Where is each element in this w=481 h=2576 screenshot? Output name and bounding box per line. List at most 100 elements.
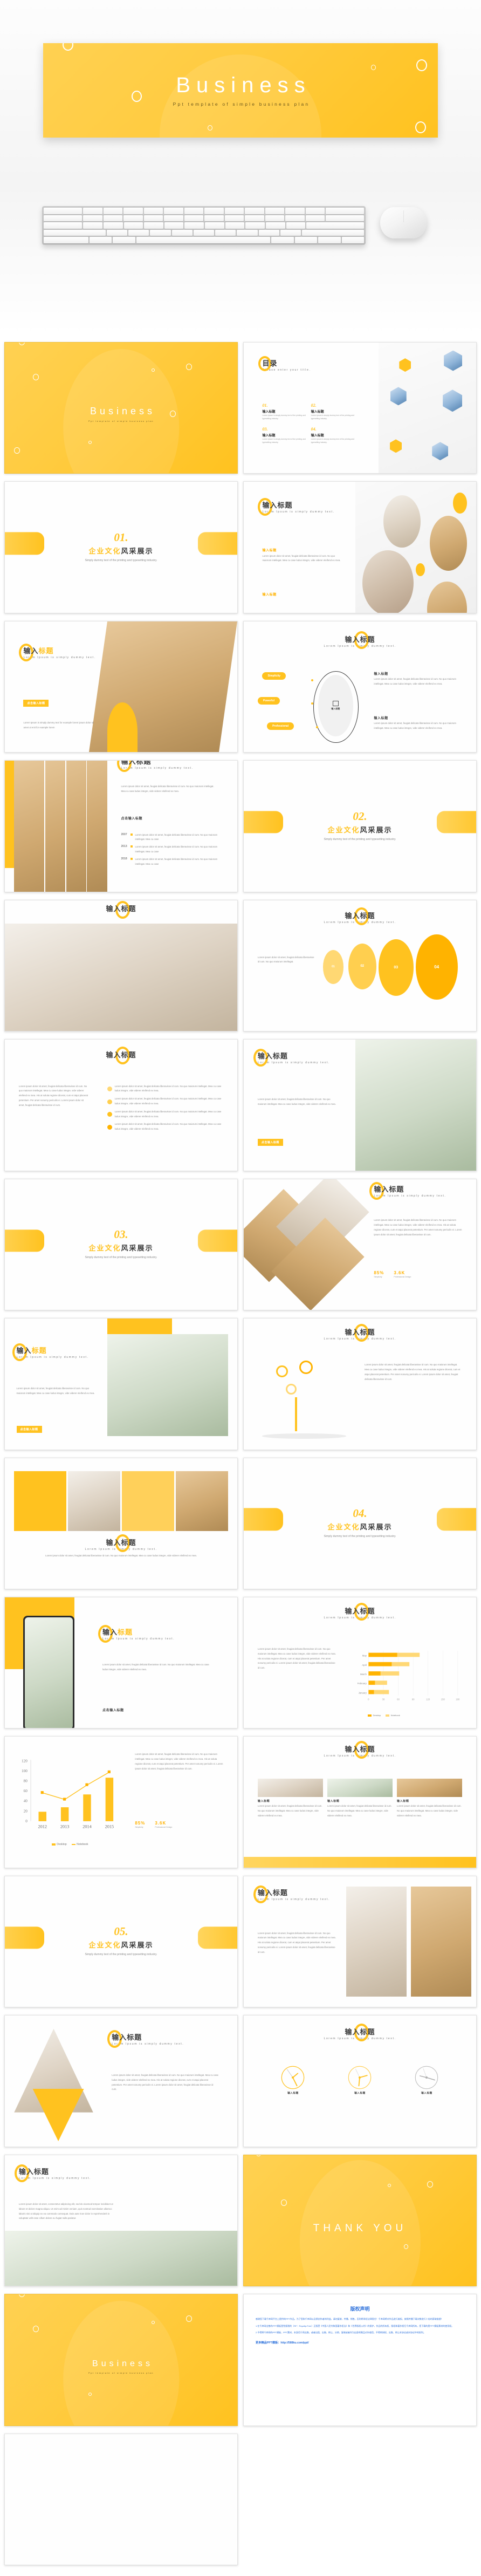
toc-item-text: Lorem Ipsum is simply dummy text of the … bbox=[262, 414, 306, 420]
section-subtitle: Simply dummy text of the printing and ty… bbox=[324, 1535, 396, 1539]
toc-item[interactable]: 04. 输入标题 Lorem Ipsum is simply dummy tex… bbox=[311, 427, 355, 445]
photo-interior bbox=[5, 924, 237, 1031]
legend-swatch bbox=[71, 1843, 75, 1845]
copyright-link[interactable]: 更多精品PPT模板：http://588ku.com/ppt/ bbox=[256, 2341, 464, 2345]
slide-body: Lorem ipsum dolor sit amet, feugiat deli… bbox=[18, 1084, 88, 1106]
bubble[interactable]: 03 bbox=[378, 939, 414, 996]
slide-circle-diagram[interactable]: 输入标题 Lorem Ipsum is simply dummy text. 输… bbox=[243, 620, 477, 753]
slide-section-divider-02[interactable]: 02. 企业文化风采展示 Simply dummy text of the pr… bbox=[243, 760, 477, 892]
slide-bookshelf-content[interactable]: 输入标题 Lorem Ipsum is simply dummy text. 点… bbox=[4, 620, 238, 753]
slide-combo-chart[interactable]: 120 100 80 60 40 20 0 2012 2013 2014 201… bbox=[4, 1736, 238, 1868]
slide-thank-you[interactable]: THANK YOU bbox=[243, 2154, 477, 2287]
legend-item: Desktop bbox=[367, 1714, 381, 1717]
slide-title[interactable]: Business Ppt template of simple business… bbox=[4, 342, 238, 474]
mosaic-tile bbox=[68, 1471, 120, 1532]
y-tick-label: March bbox=[360, 1673, 367, 1676]
slide-table-of-contents[interactable]: 目录 Please enter your title. 01. 输入标题 Lor… bbox=[243, 342, 477, 474]
slide-photo-banner[interactable]: 输入标题 bbox=[4, 899, 238, 1032]
copyright-paragraph: 1.在千库网出售的PPT模板是免版税的（RF：Royalty-Free）正版受《… bbox=[256, 2324, 454, 2327]
label-tag: 点击输入标题 bbox=[16, 1425, 42, 1433]
slide-oval-photo-content[interactable]: 输入标题 Lorem Ipsum is simply dummy text. 输… bbox=[243, 481, 477, 613]
accent-oval bbox=[452, 492, 467, 514]
slide-tree-infographic[interactable]: 输入标题 Lorem Ipsum is simply dummy text. L… bbox=[243, 1318, 477, 1450]
stat-block: 85% Simplicity bbox=[374, 1270, 384, 1278]
photo-chair bbox=[346, 1887, 407, 1997]
bubble[interactable]: 02 bbox=[348, 943, 376, 989]
slide-three-photo-cards[interactable]: 输入标题 Lorem Ipsum is simply dummy text. 输… bbox=[243, 1736, 477, 1868]
toc-item-title: 输入标题 bbox=[311, 410, 324, 414]
slide-text-bullets[interactable]: 输入标题 Lorem ipsum dolor sit amet, feugiat… bbox=[4, 1039, 238, 1171]
slide-chair-photos[interactable]: 输入标题 Lorem Ipsum is simply dummy text. L… bbox=[243, 1875, 477, 2008]
bubble[interactable]: 01 bbox=[322, 949, 344, 984]
slide-heading: 输入标题 bbox=[106, 1051, 136, 1059]
accent-oval bbox=[415, 563, 425, 576]
slide-laptop-hero[interactable]: 输入标题 Lorem Ipsum is simply dummy text. L… bbox=[4, 2154, 238, 2287]
timeline-item[interactable]: 2018 Lorem ipsum dolor sit amet, feugiat… bbox=[121, 857, 219, 867]
bullet-row[interactable]: Lorem ipsum dolor sit amet, feugiat deli… bbox=[107, 1122, 224, 1132]
slide-bubble-list[interactable]: 输入标题 Lorem Ipsum is simply dummy text. 0… bbox=[243, 899, 477, 1032]
stat-block: 3.6K Professional Design bbox=[394, 1270, 411, 1278]
y-tick-label: 120 bbox=[22, 1759, 28, 1763]
slide-section-divider-05[interactable]: 05. 企业文化风采展示 Simply dummy text of the pr… bbox=[4, 1875, 238, 2008]
timeline-item[interactable]: 2013 Lorem ipsum dolor sit amet, feugiat… bbox=[121, 845, 219, 855]
bullet-row[interactable]: Lorem ipsum dolor sit amet, feugiat deli… bbox=[107, 1097, 224, 1106]
slide-blank[interactable] bbox=[4, 2433, 238, 2565]
photo-divider bbox=[86, 761, 87, 892]
photo-card[interactable]: 输入标题 Lorem ipsum dolor sit amet, feugiat… bbox=[327, 1778, 393, 1818]
slide-plant-photo[interactable]: 输入标题 Lorem Ipsum is simply dummy text. L… bbox=[4, 1318, 238, 1450]
oval-photo bbox=[383, 495, 421, 548]
slide-heading: 输入标题 bbox=[345, 2028, 375, 2037]
timeline-marker bbox=[130, 845, 133, 848]
card-photo bbox=[327, 1778, 393, 1797]
card-title: 输入标题 bbox=[397, 1799, 409, 1803]
line-markers bbox=[40, 1770, 111, 1801]
photo-card[interactable]: 输入标题 Lorem ipsum dolor sit amet, feugiat… bbox=[257, 1778, 323, 1818]
slide-horizontal-bar-chart[interactable]: 输入标题 Lorem Ipsum is simply dummy text. L… bbox=[243, 1596, 477, 1729]
slide-section-divider-01[interactable]: 01. 企业文化风采展示 Simply dummy text of the pr… bbox=[4, 481, 238, 613]
clock-icon bbox=[415, 2066, 438, 2089]
slide-timeline[interactable]: 输入标题 Lorem Ipsum is simply dummy text. L… bbox=[4, 760, 238, 892]
slide-section-divider-03[interactable]: 03. 企业文化风采展示 Simply dummy text of the pr… bbox=[4, 1178, 238, 1311]
slide-closing[interactable]: Business Ppt template of simple business… bbox=[4, 2294, 238, 2426]
bullet-row[interactable]: Lorem ipsum dolor sit amet, feugiat deli… bbox=[107, 1110, 224, 1119]
diagram-row-text: Lorem ipsum dolor sit amet, feugiat deli… bbox=[374, 722, 456, 730]
horizontal-bar-chart-svg: May April March February January 0 30 60 9… bbox=[357, 1651, 460, 1701]
slide-diamond-photos[interactable]: 输入标题 Lorem Ipsum is simply dummy text. L… bbox=[243, 1178, 477, 1311]
x-tick-label: 180 bbox=[456, 1698, 460, 1701]
slide-triangle-photos[interactable]: 输入标题 Lorem Ipsum is simply dummy text. L… bbox=[4, 2015, 238, 2147]
slide-body: Lorem ipsum dolor sit amet, feugiat deli… bbox=[365, 1363, 461, 1381]
slide-photo-mosaic[interactable]: 输入标题 Lorem Ipsum is simply dummy text. L… bbox=[4, 1457, 238, 1589]
slide-section-divider-04[interactable]: 04. 企业文化风采展示 Simply dummy text of the pr… bbox=[243, 1457, 477, 1589]
section-subtitle: Simply dummy text of the printing and ty… bbox=[85, 559, 157, 562]
clock-block: 输入标题 bbox=[329, 2065, 390, 2095]
slide-heading: 输入标题 bbox=[345, 1328, 375, 1337]
slide-body: Lorem ipsum dolor sit amet, feugiat deli… bbox=[135, 1753, 223, 1770]
mosaic-tile bbox=[175, 1471, 228, 1532]
accent-shape bbox=[107, 702, 138, 753]
legend-item: Desktop bbox=[51, 1843, 67, 1846]
diagram-pill[interactable]: Powerful bbox=[257, 697, 280, 705]
timeline-item[interactable]: 2007 Lorem ipsum dolor sit amet, feugiat… bbox=[121, 833, 219, 843]
ppt-template-preview-page: Business Ppt template of simple business… bbox=[0, 0, 481, 2576]
slide-desk-photo[interactable]: 输入标题 Lorem Ipsum is simply dummy text. L… bbox=[243, 1039, 477, 1171]
diagram-pill[interactable]: Simplicity bbox=[262, 672, 286, 680]
keyboard-row bbox=[44, 215, 364, 222]
bullet-row[interactable]: Lorem ipsum dolor sit amet, feugiat deli… bbox=[107, 1084, 224, 1094]
slide-phone-mockup[interactable]: 输入标题 Lorem Ipsum is simply dummy text. L… bbox=[4, 1596, 238, 1729]
toc-item[interactable]: 02. 输入标题 Lorem Ipsum is simply dummy tex… bbox=[311, 403, 355, 421]
toc-item[interactable]: 01. 输入标题 Lorem Ipsum is simply dummy tex… bbox=[262, 403, 306, 421]
y-tick-label: 80 bbox=[24, 1779, 28, 1783]
slide-heading: 输入标题 bbox=[102, 1628, 133, 1637]
hero-section: Business Ppt template of simple business… bbox=[0, 0, 481, 334]
slide-clocks[interactable]: 输入标题 Lorem Ipsum is simply dummy text. 输… bbox=[243, 2015, 477, 2147]
bubble[interactable]: 04 bbox=[415, 934, 458, 1000]
stat-value: 3.6K bbox=[155, 1820, 167, 1826]
slide-copyright[interactable]: 版权声明 感谢您下载千库网平台上提供的PPT作品，为了您和千库网以及原创作者的利… bbox=[243, 2294, 477, 2426]
bullet-dot bbox=[107, 1086, 112, 1091]
slide-body: Lorem ipsum dolor sit amet, feugiat deli… bbox=[257, 1097, 336, 1105]
photo-card[interactable]: 输入标题 Lorem ipsum dolor sit amet, feugiat… bbox=[397, 1778, 463, 1818]
toc-item[interactable]: 03. 输入标题 Lorem Ipsum is simply dummy tex… bbox=[262, 427, 306, 445]
section-title: 企业文化风采展示 bbox=[88, 1244, 154, 1253]
diagram-pill[interactable]: Professional bbox=[267, 722, 294, 730]
slide-subheading: Lorem Ipsum is simply dummy text. bbox=[16, 1356, 89, 1359]
